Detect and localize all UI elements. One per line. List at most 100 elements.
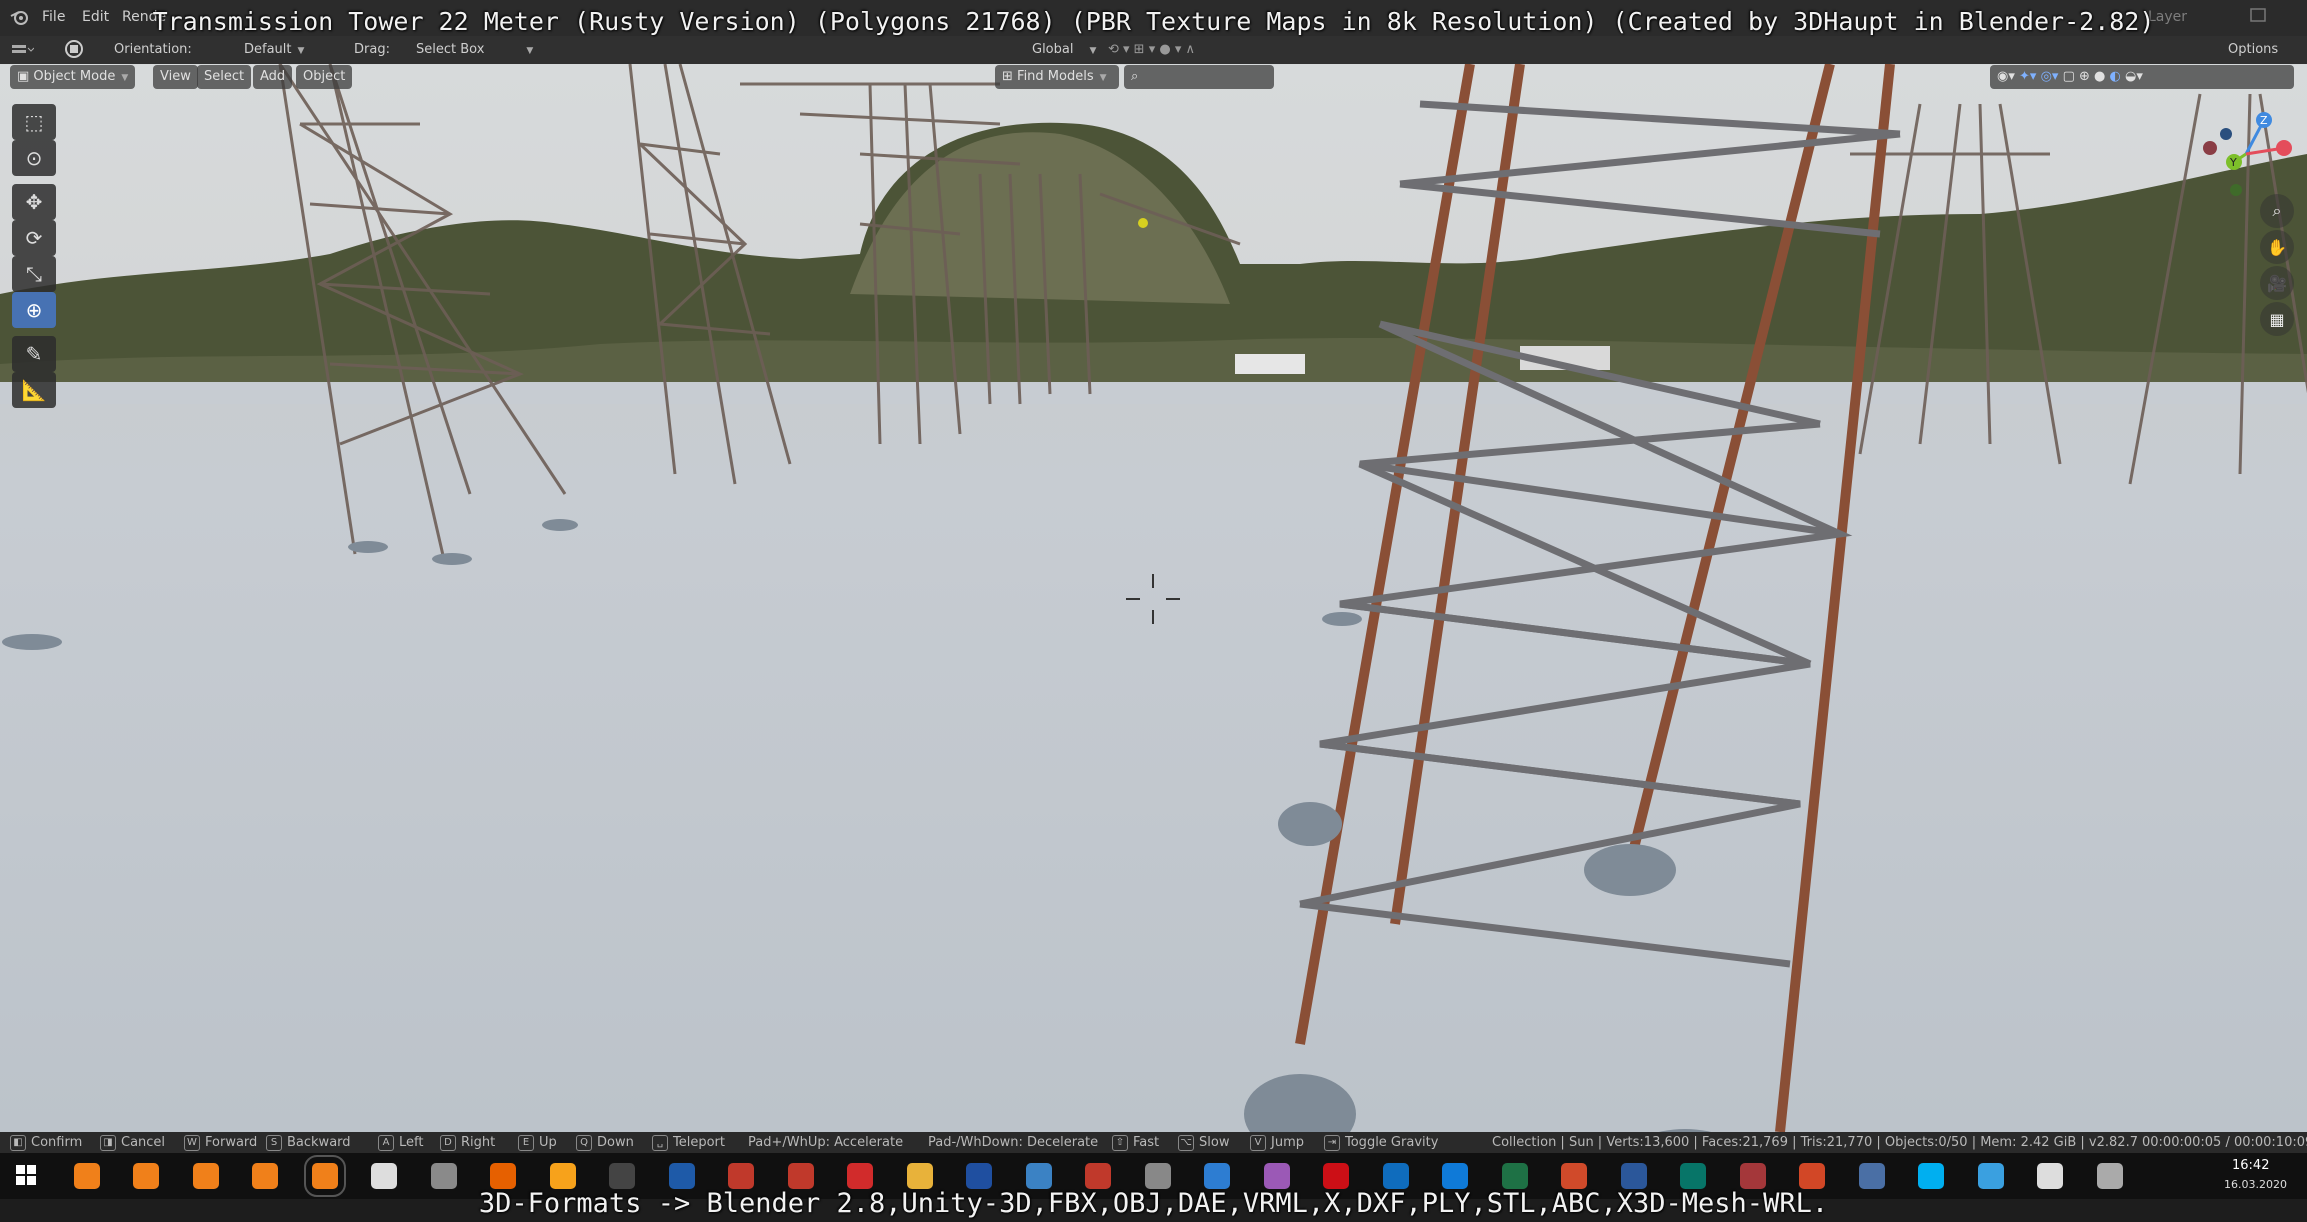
annotate-icon: ✎ (25, 342, 43, 366)
hint-label: Up (539, 1135, 557, 1150)
hint-label: Slow (1199, 1135, 1230, 1150)
chevron-down-icon: ▼ (526, 46, 534, 56)
pan-button[interactable]: ✋ (2260, 230, 2294, 264)
key-e: E (518, 1134, 534, 1151)
menu-add[interactable]: Add (253, 65, 293, 89)
chevron-down-icon: ▼ (121, 73, 129, 83)
find-models-select[interactable]: ⊞ Find Models ▼ (995, 65, 1119, 89)
tool-cursor[interactable]: ⊙ (12, 140, 56, 176)
hint-label: Fast (1133, 1135, 1160, 1150)
axis-z-label: Z (2260, 114, 2268, 127)
find-models-icon: ⊞ (1002, 69, 1018, 84)
search-input[interactable]: ⌕ (1124, 65, 1274, 89)
key-v: V (1250, 1134, 1266, 1151)
transform-pivot-icon[interactable] (62, 39, 86, 63)
key-a: A (378, 1134, 394, 1151)
hint-down: Q Down (576, 1132, 634, 1153)
tool-measure[interactable]: 📐 (12, 372, 56, 408)
menu-select[interactable]: Select (197, 65, 252, 89)
hint-fast: ⇧ Fast (1112, 1132, 1159, 1153)
snap-icons[interactable]: ⟲ ▾ ⊞ ▾ ● ▾ ∧ (1108, 42, 1195, 57)
hint-backward: S Backward (266, 1132, 351, 1153)
object-mode-icon: ▣ (17, 69, 34, 84)
hint-right: D Right (440, 1132, 495, 1153)
hint-slow: ⌥ Slow (1178, 1132, 1229, 1153)
grid-icon: ▦ (2269, 309, 2285, 329)
key-d: D (440, 1134, 456, 1151)
perspective-toggle-button[interactable]: ▦ (2260, 302, 2294, 336)
orientation-label: Orientation: (114, 42, 192, 57)
hand-pan-icon: ✋ (2267, 237, 2287, 257)
orientation-select[interactable]: Default ▼ (224, 42, 304, 57)
mouse-left-icon: ◧ (10, 1134, 26, 1151)
status-bar: ◧ Confirm ◨ Cancel W Forward S Backward A Lef… (0, 1132, 2307, 1153)
options-button[interactable]: Options (2228, 42, 2278, 57)
hint-accelerate: Pad+/WhUp: Accelerate (748, 1135, 904, 1150)
search-icon: ⌕ (1131, 69, 1139, 84)
tool-move[interactable]: ✥ (12, 184, 56, 220)
hint-label: Teleport (673, 1135, 725, 1150)
orientation-value: Default (244, 42, 292, 57)
clock-time[interactable]: 16:42 (2232, 1158, 2269, 1173)
rotate-icon: ⟳ (25, 226, 43, 250)
shift-key-icon: ⇧ (1112, 1134, 1128, 1151)
playback-timer: 00:00:00:05 / 00:00:10:09 (2142, 1135, 2307, 1150)
material-shading-icon[interactable]: ◐ (2110, 69, 2125, 84)
camera-view-button[interactable]: 🎥 (2260, 266, 2294, 300)
navigation-gizmo[interactable]: Z Y (2196, 104, 2296, 204)
chevron-down-icon: ▼ (1089, 46, 1097, 56)
hint-label: Jump (1271, 1135, 1304, 1150)
hint-decelerate: Pad-/WhDown: Decelerate (928, 1135, 1099, 1150)
wireframe-shading-icon[interactable]: ⊕ (2079, 69, 2094, 84)
hint-label: Backward (287, 1135, 351, 1150)
key-q: Q (576, 1134, 592, 1151)
cursor-icon: ⊙ (25, 146, 43, 170)
measure-icon: 📐 (21, 378, 47, 402)
tool-annotate[interactable]: ✎ (12, 336, 56, 372)
tool-transform[interactable]: ⊕ (12, 292, 56, 328)
zoom-button[interactable]: ⌕ (2260, 194, 2294, 228)
hint-up: E Up (518, 1132, 557, 1153)
alt-key-icon: ⌥ (1178, 1134, 1194, 1151)
gizmo-icon[interactable]: ✦▾ (2019, 69, 2041, 84)
object-mode-select[interactable]: ▣ Object Mode ▼ (10, 65, 136, 89)
mouse-right-icon: ◨ (100, 1134, 116, 1151)
drag-select[interactable]: Select Box ▼ (416, 42, 533, 57)
formats-caption: 3D-Formats -> Blender 2.8,Unity-3D,FBX,O… (478, 1188, 1829, 1219)
menu-object[interactable]: Object (296, 65, 353, 89)
tool-scale[interactable]: ⤡ (12, 256, 56, 292)
hint-cancel: ◨ Cancel (100, 1132, 165, 1153)
space-key-icon: ␣ (652, 1134, 668, 1151)
menu-view[interactable]: View (153, 65, 198, 89)
viewport-shading-controls[interactable]: ◉▾ ✦▾ ◎▾ ▢ ⊕ ● ◐ ◒▾ (1990, 65, 2294, 89)
tool-select-box[interactable]: ⬚ (12, 104, 56, 140)
transform-icon: ⊕ (25, 298, 43, 322)
hint-toggle-gravity: ⇥ Toggle Gravity (1324, 1132, 1438, 1153)
move-icon: ✥ (25, 190, 43, 214)
hint-teleport: ␣ Teleport (652, 1132, 725, 1153)
hint-label: Toggle Gravity (1345, 1135, 1439, 1150)
editor-type-icon[interactable] (10, 40, 35, 62)
solid-shading-icon[interactable]: ● (2094, 69, 2109, 84)
hint-label: Right (461, 1135, 496, 1150)
zoom-icon: ⌕ (2272, 201, 2282, 220)
scale-icon: ⤡ (26, 262, 42, 286)
key-s: S (266, 1134, 282, 1151)
visibility-icon[interactable]: ◉▾ (1997, 69, 2019, 84)
transform-orientation-select[interactable]: Global ▼ (1012, 42, 1096, 57)
xray-icon[interactable]: ▢ (2063, 69, 2079, 84)
hint-label: Down (597, 1135, 634, 1150)
hint-left: A Left (378, 1132, 423, 1153)
hint-label: Cancel (121, 1135, 166, 1150)
rendered-shading-icon[interactable]: ◒▾ (2125, 69, 2143, 84)
hint-forward: W Forward (184, 1132, 257, 1153)
drag-value: Select Box (416, 42, 485, 57)
overlay-icon[interactable]: ◎▾ (2041, 69, 2063, 84)
object-mode-label: Object Mode (33, 69, 116, 84)
key-w: W (184, 1134, 200, 1151)
3d-viewport[interactable]: ▣ Object Mode ▼ View Select Add Object ⊞ … (0, 64, 2307, 1132)
find-models-label: Find Models (1017, 69, 1094, 84)
tool-rotate[interactable]: ⟳ (12, 220, 56, 256)
camera-icon: 🎥 (2267, 273, 2287, 293)
tab-key-icon: ⇥ (1324, 1134, 1340, 1151)
